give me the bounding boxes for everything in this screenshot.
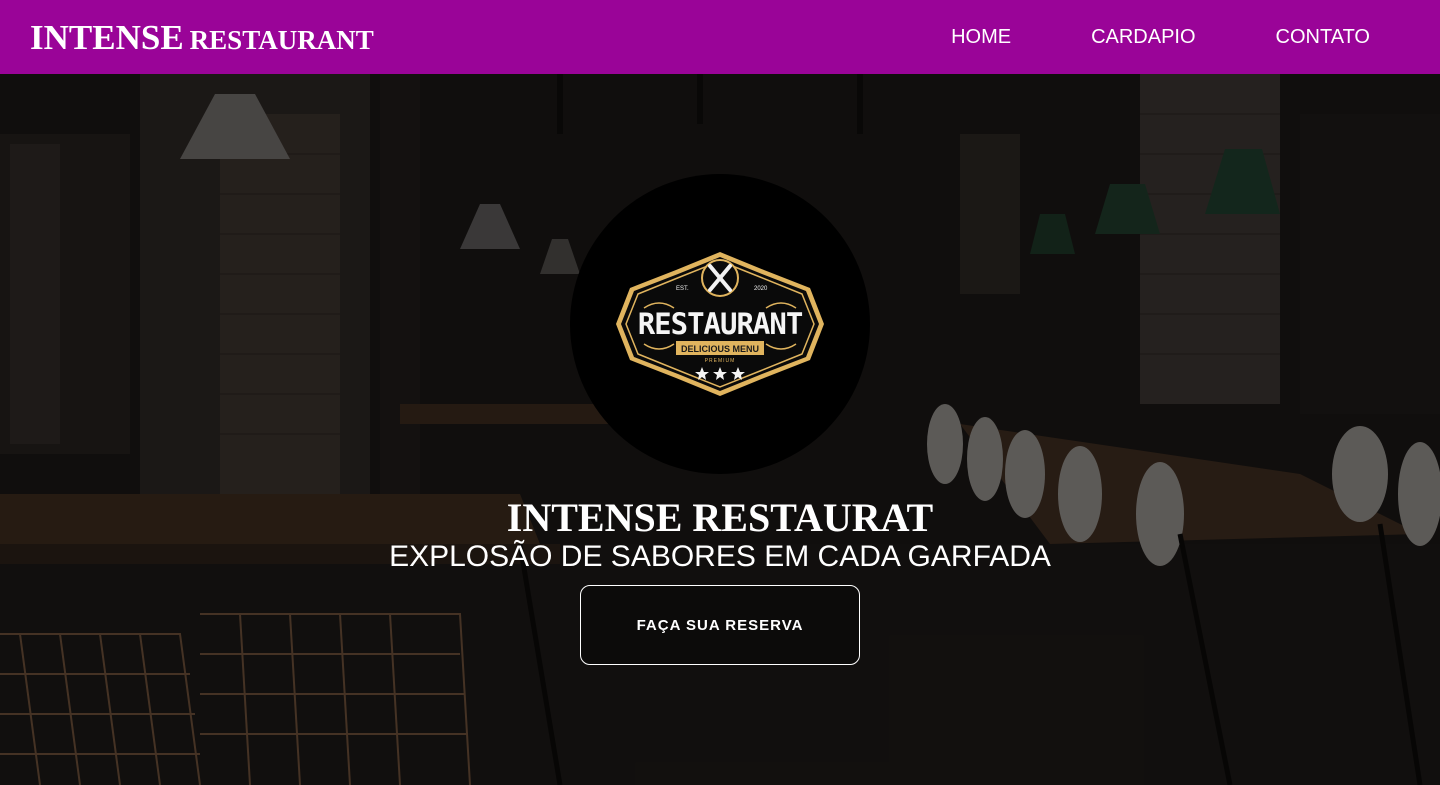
brand-primary: INTENSE — [30, 17, 184, 57]
hero-subtitle: EXPLOSÃO DE SABORES EM CADA GARFADA — [389, 540, 1051, 573]
logo-ribbon-text: DELICIOUS MENU — [681, 344, 759, 354]
reservation-button[interactable]: FAÇA SUA RESERVA — [580, 585, 860, 665]
restaurant-emblem-icon: EST. 2020 RESTAURANT DELICIOUS MENU PREM… — [616, 252, 824, 396]
logo-word: RESTAURANT — [638, 307, 803, 341]
logo-est: EST. — [676, 286, 689, 292]
brand-logo-text[interactable]: INTENSE RESTAURANT — [30, 20, 374, 55]
nav-contato[interactable]: CONTATO — [1276, 26, 1370, 49]
nav-home[interactable]: HOME — [951, 26, 1011, 49]
nav-cardapio[interactable]: CARDAPIO — [1091, 26, 1195, 49]
site-header: INTENSE RESTAURANT HOME CARDAPIO CONTATO — [0, 0, 1440, 74]
logo-year: 2020 — [754, 286, 768, 292]
main-nav: HOME CARDAPIO CONTATO — [951, 26, 1370, 49]
hero-section: EST. 2020 RESTAURANT DELICIOUS MENU PREM… — [0, 74, 1440, 785]
hero-title: INTENSE RESTAURAT — [506, 495, 934, 540]
brand-secondary: RESTAURANT — [189, 24, 374, 55]
restaurant-logo: EST. 2020 RESTAURANT DELICIOUS MENU PREM… — [570, 174, 870, 474]
logo-tag: PREMIUM — [705, 358, 736, 364]
